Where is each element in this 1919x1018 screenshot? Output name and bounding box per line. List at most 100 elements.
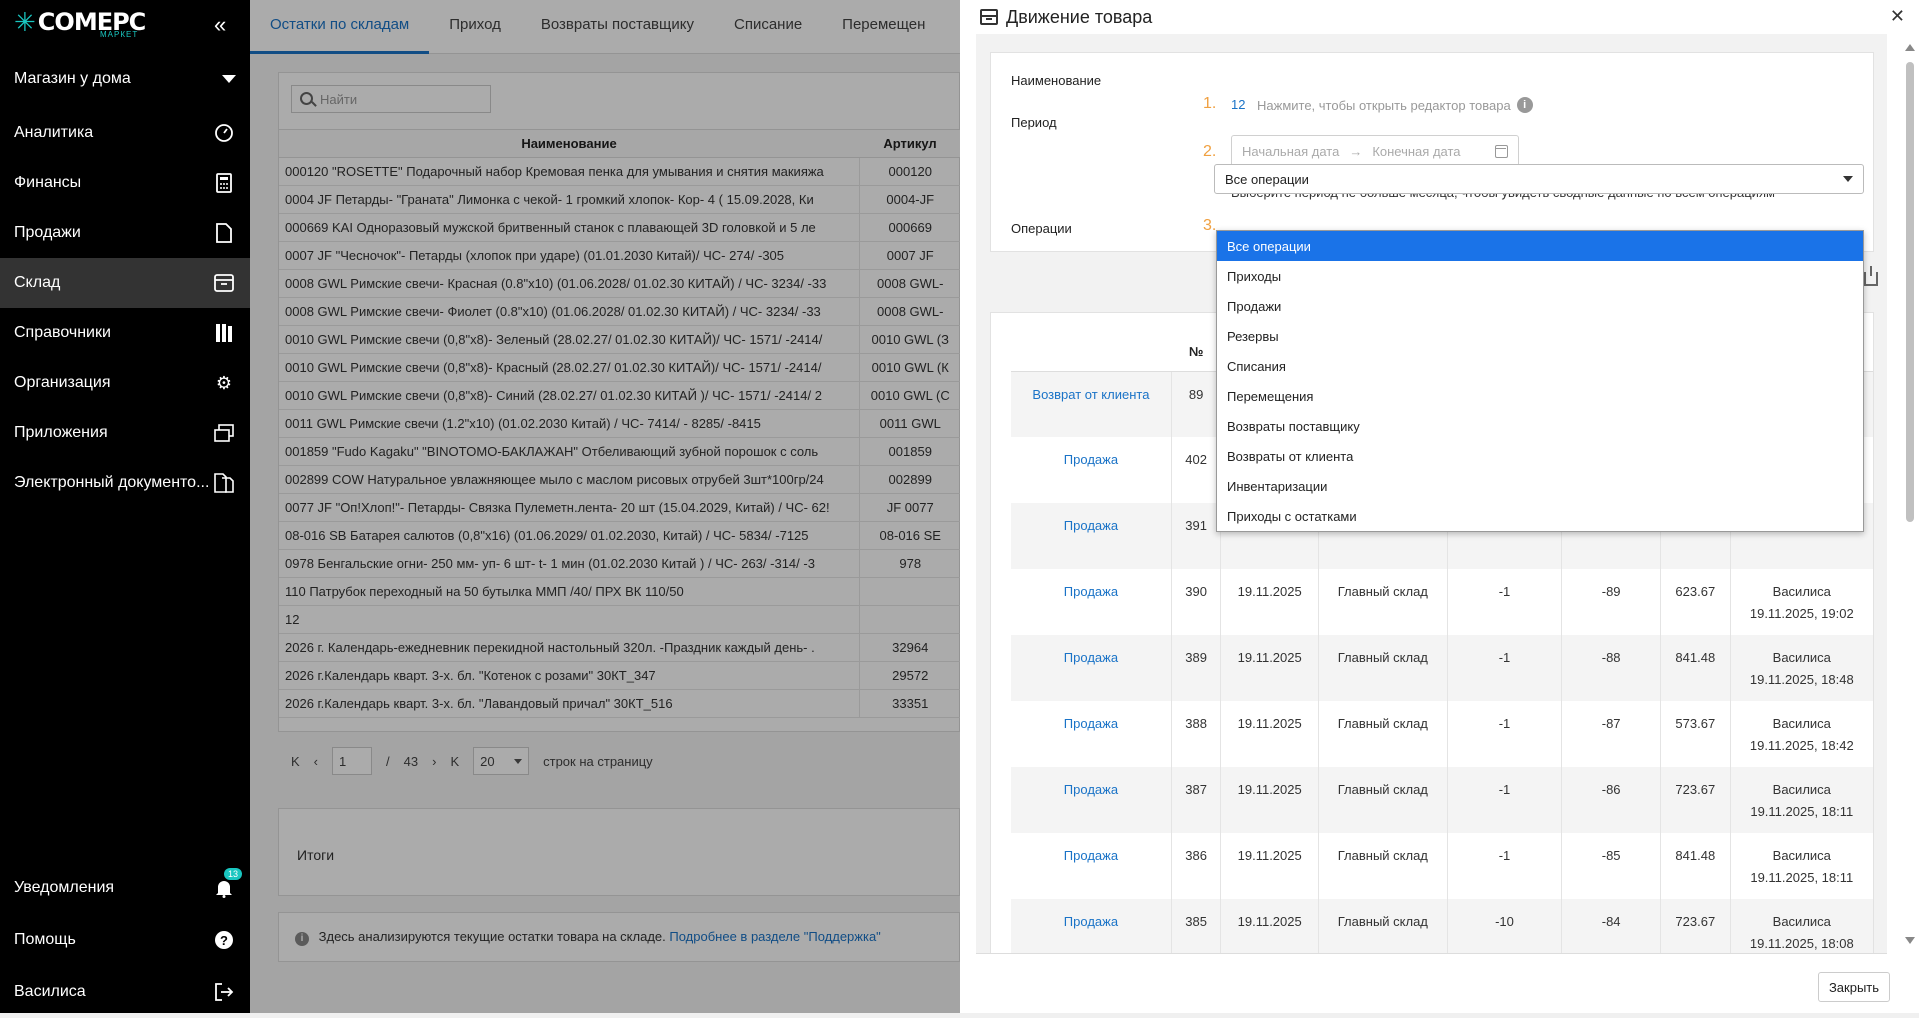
step-number: 1.: [1203, 95, 1217, 112]
sidebar-item-apps[interactable]: Приложения: [0, 408, 250, 458]
table-row[interactable]: Продажа 386 19.11.2025 Главный склад -1 -85 84…: [1011, 833, 1873, 899]
date-cell-text: 19.11.2025: [1237, 782, 1302, 797]
sidebar-nav: Аналитика Финансы Продажи Склад Справочн…: [0, 108, 250, 508]
logout-icon: [212, 980, 236, 1004]
operation-cell[interactable]: Продажа: [1011, 701, 1172, 767]
scrollbar-thumb[interactable]: [1906, 62, 1914, 522]
warehouse-cell: Главный склад: [1317, 767, 1448, 833]
operation-cell-text[interactable]: Продажа: [1064, 650, 1118, 665]
number-cell: 386: [1170, 833, 1221, 899]
close-icon[interactable]: ✕: [1890, 6, 1905, 27]
operation-cell[interactable]: Продажа: [1011, 569, 1172, 635]
dropdown-option[interactable]: Инвентаризации: [1217, 471, 1863, 501]
operations-select[interactable]: Все операции: [1214, 164, 1864, 194]
column-header-number[interactable]: №: [1171, 333, 1221, 372]
dropdown-option[interactable]: Продажи: [1217, 291, 1863, 321]
table-row[interactable]: Продажа 388 19.11.2025 Главный склад -1 -87 57…: [1011, 701, 1873, 767]
operations-value: Все операции: [1225, 171, 1309, 187]
sidebar-item-organization[interactable]: Организация ⚙: [0, 358, 250, 408]
operation-cell[interactable]: Продажа: [1011, 503, 1172, 569]
sidebar-item-help[interactable]: Помощь ?: [0, 914, 250, 966]
dropdown-option[interactable]: Перемещения: [1217, 381, 1863, 411]
operation-cell[interactable]: Продажа: [1011, 767, 1172, 833]
timestamp: 19.11.2025, 19:02: [1749, 606, 1854, 621]
product-name-value[interactable]: 12: [1231, 97, 1245, 112]
warehouse-cell: Главный склад: [1317, 701, 1448, 767]
sidebar-item-label: Аналитика: [14, 124, 94, 141]
table-row[interactable]: Продажа 387 19.11.2025 Главный склад -1 -86 72…: [1011, 767, 1873, 833]
sidebar-item-directories[interactable]: Справочники: [0, 308, 250, 358]
operation-cell[interactable]: Возврат от клиента: [1011, 371, 1172, 437]
product-editor-link[interactable]: Нажмите, чтобы открыть редактор товара i: [1257, 97, 1533, 113]
sidebar-item-analytics[interactable]: Аналитика: [0, 108, 250, 158]
collapse-sidebar-icon[interactable]: «: [214, 12, 226, 38]
sidebar-item-warehouse[interactable]: Склад: [0, 258, 250, 308]
date-cell: 19.11.2025: [1220, 635, 1319, 701]
close-button[interactable]: Закрыть: [1818, 972, 1890, 1002]
operation-cell[interactable]: Продажа: [1011, 833, 1172, 899]
operation-cell-text[interactable]: Продажа: [1064, 848, 1118, 863]
dropdown-option[interactable]: Резервы: [1217, 321, 1863, 351]
sidebar-item-edoc[interactable]: Электронный документо...: [0, 458, 250, 508]
table-row[interactable]: Продажа 389 19.11.2025 Главный склад -1 -88 84…: [1011, 635, 1873, 701]
balance-cell: -89: [1561, 569, 1661, 635]
number-cell: 389: [1170, 635, 1221, 701]
operation-cell[interactable]: Продажа: [1011, 437, 1172, 503]
windows-icon: [212, 421, 236, 445]
balance-cell: -86: [1561, 767, 1661, 833]
modal-scrollbar[interactable]: [1904, 44, 1916, 944]
store-selector[interactable]: Магазин у дома: [14, 70, 236, 88]
user-cell: Василиса 19.11.2025, 19:02: [1729, 569, 1873, 635]
start-date-input[interactable]: Начальная дата: [1242, 144, 1339, 159]
price-cell-text: 723.67: [1675, 914, 1716, 929]
scroll-down-icon[interactable]: [1905, 937, 1915, 944]
sidebar-item-label: Уведомления: [14, 879, 115, 896]
date-range-picker[interactable]: Начальная дата → Конечная дата: [1231, 135, 1519, 167]
export-icon[interactable]: [1864, 266, 1878, 286]
chevron-down-icon: [1843, 176, 1853, 182]
scroll-up-icon[interactable]: [1905, 44, 1915, 51]
dropdown-option[interactable]: Приходы с остатками: [1217, 501, 1863, 531]
dropdown-option[interactable]: Возвраты от клиента: [1217, 441, 1863, 471]
quantity-cell: -10: [1446, 899, 1562, 953]
sidebar-item-label: Организация: [14, 374, 111, 391]
dropdown-option[interactable]: Приходы: [1217, 261, 1863, 291]
notification-count-badge: 13: [223, 868, 242, 880]
user-cell: Василиса 19.11.2025, 18:48: [1729, 635, 1873, 701]
price-cell-text: 573.67: [1675, 716, 1716, 731]
user-cell: Василиса 19.11.2025, 18:11: [1729, 833, 1873, 899]
operation-cell-text[interactable]: Продажа: [1064, 716, 1118, 731]
product-editor-hint: Нажмите, чтобы открыть редактор товара: [1257, 97, 1511, 113]
document-icon: [212, 221, 236, 245]
operation-cell-text[interactable]: Продажа: [1064, 914, 1118, 929]
date-cell: 19.11.2025: [1220, 767, 1319, 833]
table-row[interactable]: Продажа 390 19.11.2025 Главный склад -1 -89 62…: [1011, 569, 1873, 635]
balance-cell-text: -89: [1601, 584, 1621, 599]
operation-cell-text[interactable]: Продажа: [1064, 518, 1118, 533]
number-cell: 388: [1170, 701, 1221, 767]
sidebar-item-notifications[interactable]: Уведомления 13: [0, 862, 250, 914]
info-icon[interactable]: i: [1516, 97, 1533, 113]
bell-icon: 13: [212, 868, 242, 900]
end-date-input[interactable]: Конечная дата: [1372, 144, 1460, 159]
sidebar-item-finance[interactable]: Финансы: [0, 158, 250, 208]
operation-cell-text[interactable]: Продажа: [1064, 584, 1118, 599]
operation-cell-text[interactable]: Возврат от клиента: [1032, 387, 1149, 402]
operation-cell-text[interactable]: Продажа: [1064, 782, 1118, 797]
number-cell: 390: [1170, 569, 1221, 635]
books-icon: [212, 321, 236, 345]
sidebar-item-sales[interactable]: Продажи: [0, 208, 250, 258]
operation-cell[interactable]: Продажа: [1011, 635, 1172, 701]
step-number: 3.: [1203, 217, 1217, 234]
modal-backdrop[interactable]: [250, 0, 960, 1013]
sidebar-item-user[interactable]: Василиса: [0, 966, 250, 1018]
calendar-icon[interactable]: [1495, 144, 1508, 158]
gear-icon: ⚙: [215, 372, 233, 393]
dropdown-option[interactable]: Списания: [1217, 351, 1863, 381]
dropdown-option[interactable]: Возвраты поставщику: [1217, 411, 1863, 441]
operation-cell[interactable]: Продажа: [1011, 899, 1172, 953]
quantity-cell-text: -1: [1498, 584, 1511, 599]
dropdown-option[interactable]: Все операции: [1217, 231, 1863, 261]
operation-cell-text[interactable]: Продажа: [1064, 452, 1118, 467]
table-row[interactable]: Продажа 385 19.11.2025 Главный склад -10 -84 7…: [1011, 899, 1873, 953]
